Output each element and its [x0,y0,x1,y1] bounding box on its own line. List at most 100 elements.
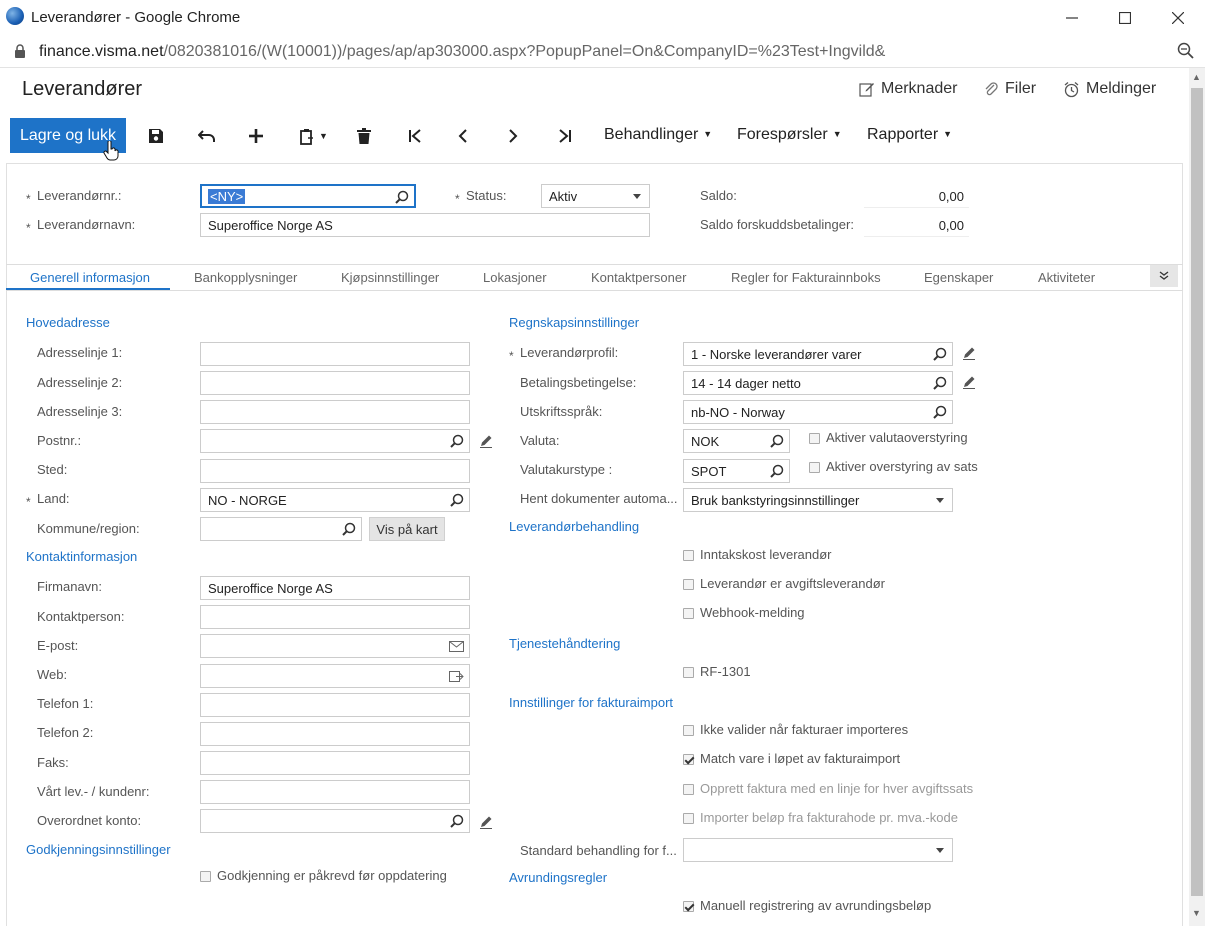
municipality-input[interactable] [200,517,362,541]
scroll-down-icon[interactable]: ▼ [1192,908,1201,918]
payment-terms-input[interactable]: 14 - 14 dager netto [683,371,953,395]
chevron-right-icon [509,129,518,143]
no-validate-checkbox[interactable] [683,725,694,736]
previous-record-button[interactable] [451,124,475,148]
tab-locations[interactable]: Lokasjoner [483,270,547,285]
clipboard-icon [300,128,314,145]
save-button[interactable] [144,124,168,148]
tab-attributes[interactable]: Egenskaper [924,270,993,285]
envelope-icon [449,641,464,652]
rate-type-input[interactable]: SPOT [683,459,790,483]
parent-account-input[interactable] [200,809,470,833]
tab-general-info[interactable]: Generell informasjon [30,270,150,285]
approval-required-checkbox[interactable] [200,871,211,882]
match-item-checkbox[interactable] [683,754,694,765]
tab-purchase-settings[interactable]: Kjøpsinnstillinger [341,270,439,285]
url-text[interactable]: finance.visma.net/0820381016/(W(10001))/… [39,43,885,61]
web-input[interactable] [200,664,470,688]
zoom-icon[interactable] [1177,42,1195,60]
address-line-2-input[interactable] [200,371,470,395]
undo-button[interactable] [195,124,219,148]
minimize-button[interactable] [1045,0,1099,36]
copy-paste-button[interactable]: ▼ [296,124,332,148]
vendor-id-label: Leverandørnr.: [37,188,122,203]
address-line-1-input[interactable] [200,342,470,366]
notes-link[interactable]: Merknader [859,80,957,98]
search-icon [770,464,784,478]
mouse-cursor-icon [103,141,119,161]
add-button[interactable] [244,124,268,148]
phone-2-input[interactable] [200,722,470,746]
city-input[interactable] [200,459,470,483]
phone-1-input[interactable] [200,693,470,717]
webhook-checkbox[interactable] [683,608,694,619]
country-input[interactable]: NO - NORGE [200,488,470,512]
pencil-icon[interactable] [962,375,976,389]
maximize-button[interactable] [1098,0,1152,36]
address-bar[interactable]: finance.visma.net/0820381016/(W(10001))/… [0,36,1205,68]
tax-agency-checkbox[interactable] [683,579,694,590]
tabs-bottom-line [6,290,1183,291]
vendor-name-input[interactable]: Superoffice Norge AS [200,213,650,237]
section-contact-info: Kontaktinformasjon [26,549,138,564]
expand-tabs-button[interactable] [1150,265,1178,287]
print-language-input[interactable]: nb-NO - Norway [683,400,953,424]
show-on-map-button[interactable]: Vis på kart [369,517,445,541]
currency-override-checkbox[interactable] [809,433,820,444]
one-line-per-tax-checkbox[interactable] [683,784,694,795]
next-record-button[interactable] [501,124,525,148]
import-amount-label: Importer beløp fra fakturahode pr. mva.-… [700,810,958,825]
vendor-profile-input[interactable]: 1 - Norske leverandører varer [683,342,953,366]
status-select[interactable]: Aktiv [541,184,650,208]
tab-contacts[interactable]: Kontaktpersoner [591,270,686,285]
page-title: Leverandører [22,78,143,100]
inquiries-menu[interactable]: Forespørsler ▼ [737,126,842,144]
actions-menu[interactable]: Behandlinger ▼ [604,126,712,144]
postal-code-label: Postnr.: [37,433,82,448]
rate-override-checkbox[interactable] [809,462,820,473]
pencil-icon[interactable] [962,346,976,360]
prepay-balance-label: Saldo forskuddsbetalinger: [700,217,854,232]
scroll-up-icon[interactable]: ▲ [1192,72,1201,82]
postal-code-input[interactable] [200,429,470,453]
chevron-down-icon [936,848,944,853]
trash-icon [357,128,371,144]
rf1301-checkbox[interactable] [683,667,694,678]
external-link-icon [449,671,464,682]
notifications-link[interactable]: Meldinger [1063,80,1156,98]
manual-rounding-checkbox[interactable] [683,901,694,912]
reports-menu[interactable]: Rapporter ▼ [867,126,952,144]
pencil-icon[interactable] [479,434,493,448]
tab-inbox-rules[interactable]: Regler for Fakturainnboks [731,270,881,285]
last-record-button[interactable] [553,124,577,148]
address-line-3-input[interactable] [200,400,470,424]
tab-activities[interactable]: Aktiviteter [1038,270,1095,285]
tab-bank-details[interactable]: Bankopplysninger [194,270,297,285]
first-record-button[interactable] [403,124,427,148]
import-amount-checkbox[interactable] [683,813,694,824]
contact-person-input[interactable] [200,605,470,629]
currency-input[interactable]: NOK [683,429,790,453]
rate-override-label: Aktiver overstyring av sats [826,459,978,474]
our-account-input[interactable] [200,780,470,804]
vendor-id-input[interactable]: <NY> [200,184,416,208]
pencil-icon[interactable] [479,815,493,829]
search-icon [933,376,947,390]
chevron-left-icon [458,129,467,143]
fetch-documents-select[interactable]: Bruk bankstyringsinnstillinger [683,488,953,512]
default-handling-select[interactable] [683,838,953,862]
delete-button[interactable] [352,124,376,148]
fax-input[interactable] [200,751,470,775]
close-window-button[interactable] [1151,0,1205,36]
rf1301-label: RF-1301 [700,664,751,679]
contact-person-label: Kontaktperson: [37,609,125,624]
intake-cost-checkbox[interactable] [683,550,694,561]
window-title: Leverandører - Google Chrome [31,9,241,26]
currency-label: Valuta: [520,433,560,448]
vertical-scrollbar[interactable]: ▲ ▼ [1189,68,1205,926]
municipality-label: Kommune/region: [37,521,140,536]
files-link[interactable]: Filer [983,80,1036,98]
scrollbar-thumb[interactable] [1191,88,1203,896]
email-input[interactable] [200,634,470,658]
company-name-input[interactable]: Superoffice Norge AS [200,576,470,600]
